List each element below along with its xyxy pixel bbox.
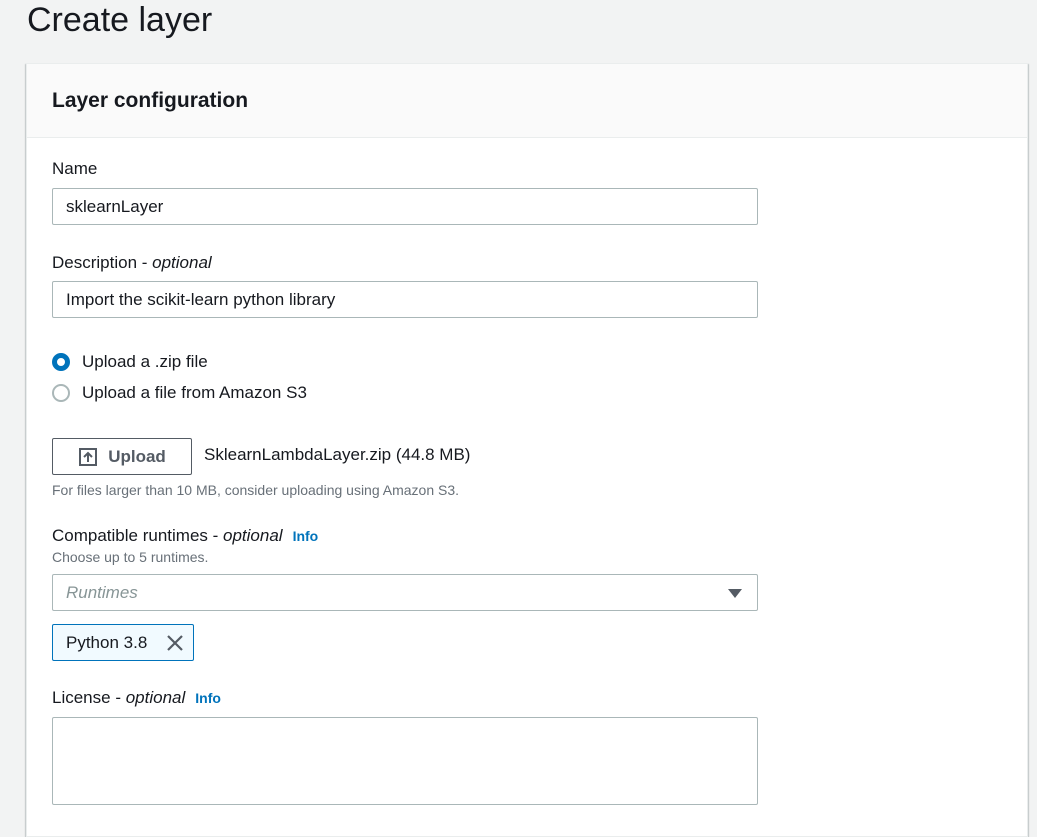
name-label: Name [52,159,98,178]
runtimes-placeholder: Runtimes [66,583,138,602]
runtimes-label-text: Compatible runtimes - [52,526,224,545]
upload-icon [79,447,98,466]
upload-hint: For files larger than 10 MB, consider up… [52,482,460,498]
description-input[interactable]: Import the scikit-learn python library [52,281,758,318]
runtimes-select[interactable]: Runtimes [52,574,758,611]
runtime-token: Python 3.8 [52,624,194,661]
runtimes-info-link[interactable]: Info [293,528,319,544]
layer-configuration-panel: Layer configuration Name sklearnLayer De… [26,63,1028,837]
description-optional: optional [152,253,212,272]
upload-button[interactable]: Upload [52,438,192,475]
runtimes-optional: optional [223,526,283,545]
radio-upload-zip-label: Upload a .zip file [82,352,208,371]
page-title: Create layer [27,1,213,39]
name-input[interactable]: sklearnLayer [52,188,758,225]
uploaded-file-name: SklearnLambdaLayer.zip (44.8 MB) [204,445,471,464]
license-label: License - optional Info [52,687,221,709]
license-optional: optional [125,688,186,707]
caret-down-icon [728,589,742,598]
radio-checked-icon[interactable] [52,353,70,371]
upload-button-label: Upload [108,446,166,466]
runtimes-hint: Choose up to 5 runtimes. [52,549,209,565]
radio-upload-zip[interactable]: Upload a .zip file [52,351,208,373]
panel-header: Layer configuration [27,64,1027,138]
license-textarea[interactable] [52,717,758,805]
runtime-token-label: Python 3.8 [66,633,148,652]
create-layer-page: Create layer Layer configuration Name sk… [0,0,1037,837]
runtimes-label: Compatible runtimes - optional Info [52,525,318,547]
panel-title: Layer configuration [52,89,249,112]
description-label-text: Description - [52,253,153,272]
radio-unchecked-icon[interactable] [52,384,70,402]
description-label: Description - optional [52,252,212,274]
radio-upload-s3-label: Upload a file from Amazon S3 [82,383,307,402]
license-label-text: License - [52,688,126,707]
close-icon[interactable] [166,634,184,652]
radio-upload-s3[interactable]: Upload a file from Amazon S3 [52,382,307,404]
license-info-link[interactable]: Info [195,690,221,706]
